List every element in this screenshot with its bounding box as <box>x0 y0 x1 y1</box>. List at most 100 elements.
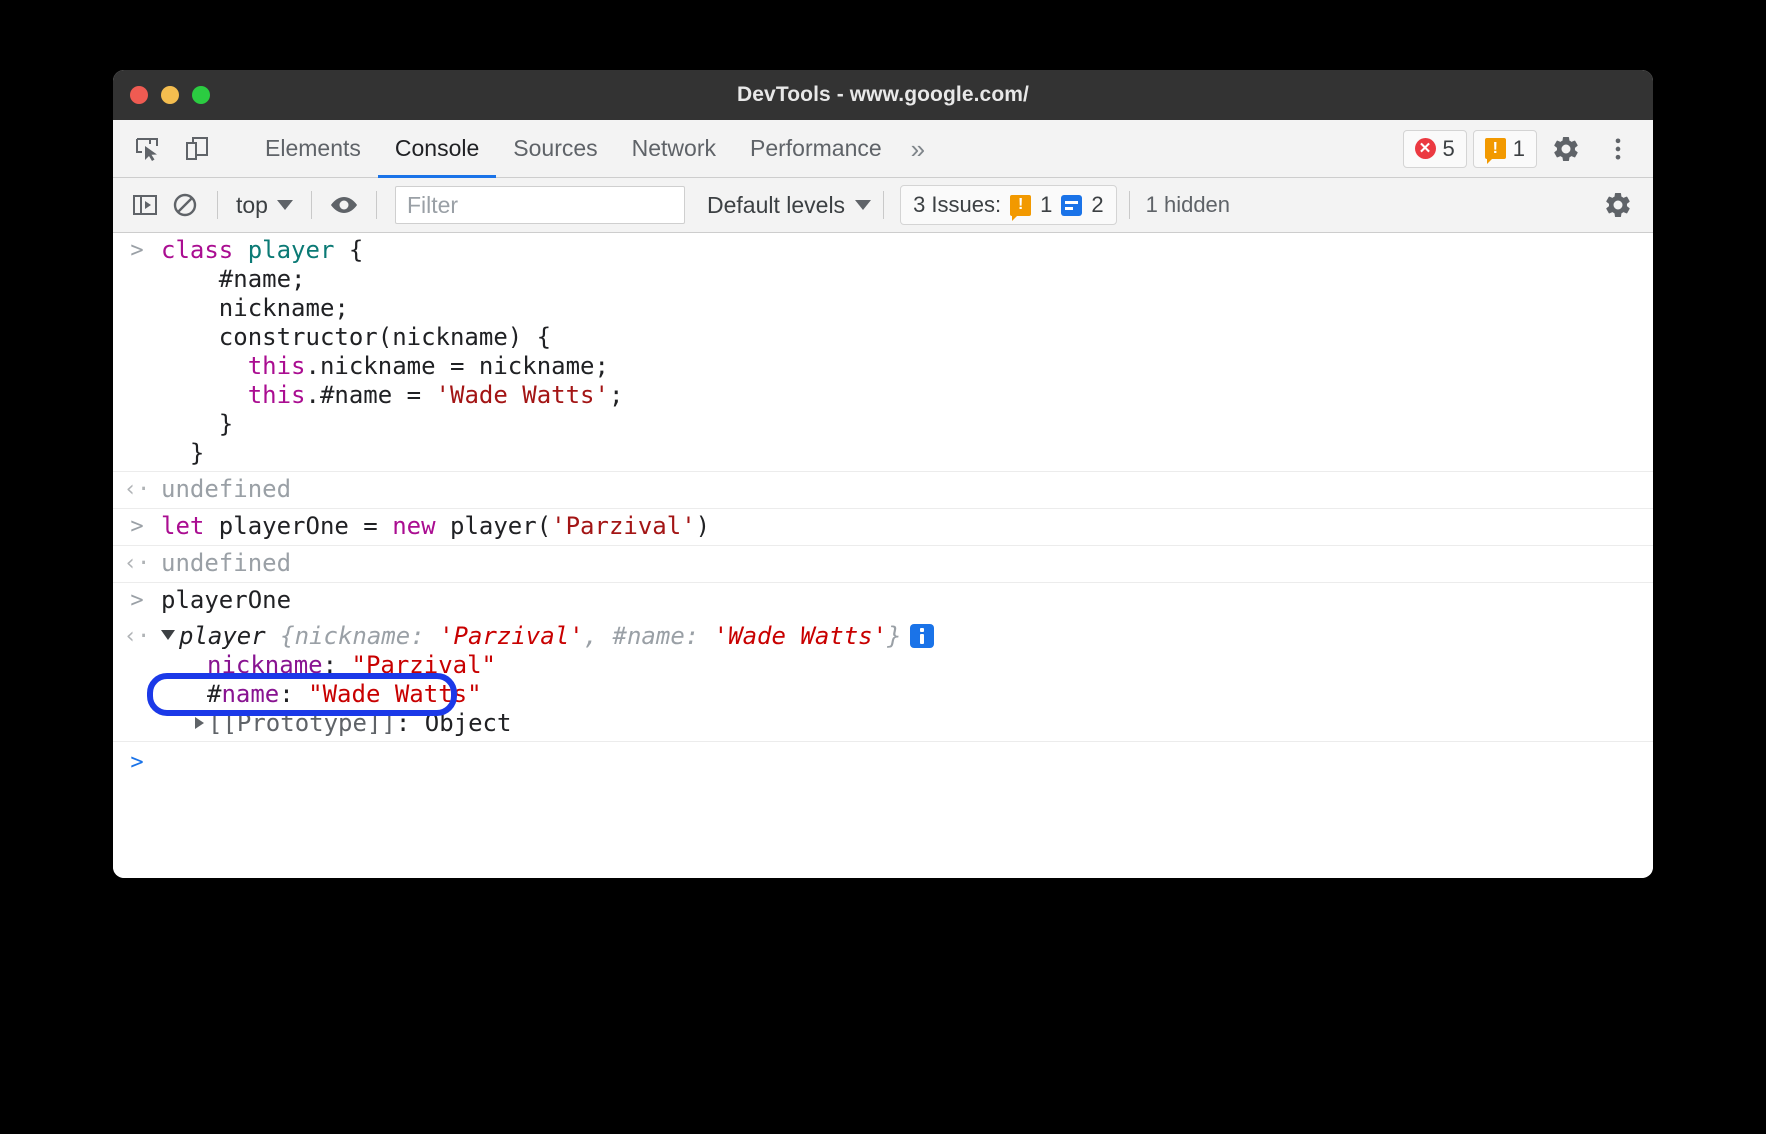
code-line: class player { <box>161 236 1643 265</box>
inspect-element-icon[interactable] <box>127 129 167 169</box>
object-preview-line[interactable]: player {nickname: 'Parzival', #name: 'Wa… <box>161 622 1643 651</box>
filter-placeholder: Filter <box>407 192 458 219</box>
code-token: .nickname = nickname; <box>306 352 609 380</box>
code-token: 'Wade Watts' <box>436 381 609 409</box>
log-level-selector[interactable]: Default levels <box>707 192 871 219</box>
console-toolbar: top Filter Default levels 3 Issues: ! 1 … <box>113 178 1653 233</box>
tab-strip-tools <box>113 120 248 177</box>
prototype-key: [[Prototype]] <box>208 709 396 737</box>
issues-label: 3 Issues: <box>913 192 1001 218</box>
code-token: 'Parzival' <box>551 512 696 540</box>
console-input-row[interactable]: >playerOne <box>113 582 1653 619</box>
code-token: player <box>248 236 335 264</box>
console-code-block: undefined <box>161 475 1653 504</box>
tab-network[interactable]: Network <box>615 120 733 177</box>
object-preview-token: : <box>410 622 439 650</box>
tab-console-label: Console <box>395 135 479 162</box>
output-return-icon: ‹· <box>113 549 161 579</box>
code-token: constructor(nickname) { <box>161 323 551 351</box>
private-field-hash: # <box>207 680 221 708</box>
code-line: let playerOne = new player('Parzival') <box>161 512 1643 541</box>
error-count-label: 5 <box>1443 136 1455 162</box>
code-token: .#name = <box>306 381 436 409</box>
code-token: ) <box>696 512 710 540</box>
code-line: } <box>161 410 1643 439</box>
code-token: this <box>248 381 306 409</box>
tab-console[interactable]: Console <box>378 120 496 177</box>
code-token <box>161 352 248 380</box>
console-sidebar-icon[interactable] <box>125 185 165 225</box>
object-preview-token: 'Wade Watts' <box>714 622 887 650</box>
object-preview-token: #name <box>613 622 685 650</box>
code-token: ; <box>609 381 623 409</box>
info-icon[interactable] <box>910 624 934 648</box>
object-preview-token: { <box>266 622 295 650</box>
console-code-block: let playerOne = new player('Parzival') <box>161 512 1653 541</box>
clear-console-icon[interactable] <box>165 185 205 225</box>
code-token: undefined <box>161 475 291 503</box>
code-line: playerOne <box>161 586 1643 615</box>
console-message-list[interactable]: >class player { #name; nickname; constru… <box>113 233 1653 878</box>
property-separator: : <box>323 651 352 679</box>
tab-network-label: Network <box>632 135 716 162</box>
more-tabs-chevron-icon[interactable]: » <box>899 120 941 177</box>
warning-count-badge[interactable]: ! 1 <box>1473 130 1537 168</box>
issues-warning-icon: ! <box>1010 195 1031 216</box>
console-toolbar-divider-1 <box>217 191 218 219</box>
property-key: name <box>221 680 279 708</box>
console-toolbar-divider-5 <box>1129 191 1130 219</box>
console-toolbar-divider-4 <box>883 191 884 219</box>
input-prompt-icon: > <box>113 512 161 542</box>
filter-input[interactable]: Filter <box>395 186 685 224</box>
console-code-block: undefined <box>161 549 1653 578</box>
devtools-window: DevTools - www.google.com/ <box>113 70 1653 878</box>
console-prompt-row[interactable]: > <box>113 741 1653 780</box>
code-line: constructor(nickname) { <box>161 323 1643 352</box>
console-object-output-row[interactable]: ‹·player {nickname: 'Parzival', #name: '… <box>113 619 1653 741</box>
object-preview-token: nickname <box>295 622 411 650</box>
code-token: playerOne = <box>204 512 392 540</box>
console-code-block: playerOne <box>161 586 1653 615</box>
code-token: { <box>334 236 363 264</box>
tab-performance[interactable]: Performance <box>733 120 899 177</box>
warning-exclamation-icon: ! <box>1485 138 1506 159</box>
chevron-down-icon <box>277 200 293 210</box>
code-token: } <box>161 410 233 438</box>
code-line: undefined <box>161 475 1643 504</box>
input-prompt-icon: > <box>113 236 161 266</box>
object-prototype-row[interactable]: [[Prototype]]: Object <box>161 709 1643 738</box>
tab-sources[interactable]: Sources <box>496 120 614 177</box>
object-preview-token: , <box>584 622 613 650</box>
tab-elements[interactable]: Elements <box>248 120 378 177</box>
console-output-row[interactable]: ‹·undefined <box>113 471 1653 508</box>
property-value: "Wade Watts" <box>308 680 481 708</box>
execution-context-selector[interactable]: top <box>230 192 299 219</box>
input-prompt-icon: > <box>113 586 161 616</box>
console-output-row[interactable]: ‹·undefined <box>113 545 1653 582</box>
code-token: let <box>161 512 204 540</box>
console-input-row[interactable]: >class player { #name; nickname; constru… <box>113 233 1653 471</box>
code-line: #name; <box>161 265 1643 294</box>
disclosure-triangle-expanded-icon[interactable] <box>161 630 175 640</box>
error-count-badge[interactable]: ✕ 5 <box>1403 130 1467 168</box>
issues-info-icon <box>1061 195 1082 216</box>
property-separator: : <box>279 680 308 708</box>
object-property-row[interactable]: #name: "Wade Watts" <box>161 680 1643 709</box>
more-options-icon[interactable] <box>1595 126 1641 172</box>
chevron-down-icon <box>855 200 871 210</box>
console-input-row[interactable]: >let playerOne = new player('Parzival') <box>113 508 1653 545</box>
code-token: player( <box>436 512 552 540</box>
device-toolbar-icon[interactable] <box>177 129 217 169</box>
tab-elements-label: Elements <box>265 135 361 162</box>
execution-context-label: top <box>236 192 268 219</box>
code-token: playerOne <box>161 586 291 614</box>
live-expression-eye-icon[interactable] <box>324 185 364 225</box>
object-property-row[interactable]: nickname: "Parzival" <box>161 651 1643 680</box>
console-settings-gear-icon[interactable] <box>1595 182 1641 228</box>
issues-warning-count: 1 <box>1040 192 1052 218</box>
issues-badge[interactable]: 3 Issues: ! 1 2 <box>900 185 1117 225</box>
settings-gear-icon[interactable] <box>1543 126 1589 172</box>
disclosure-triangle-collapsed-icon[interactable] <box>195 717 204 729</box>
output-return-icon: ‹· <box>113 622 161 652</box>
object-preview-token: player <box>179 622 266 650</box>
